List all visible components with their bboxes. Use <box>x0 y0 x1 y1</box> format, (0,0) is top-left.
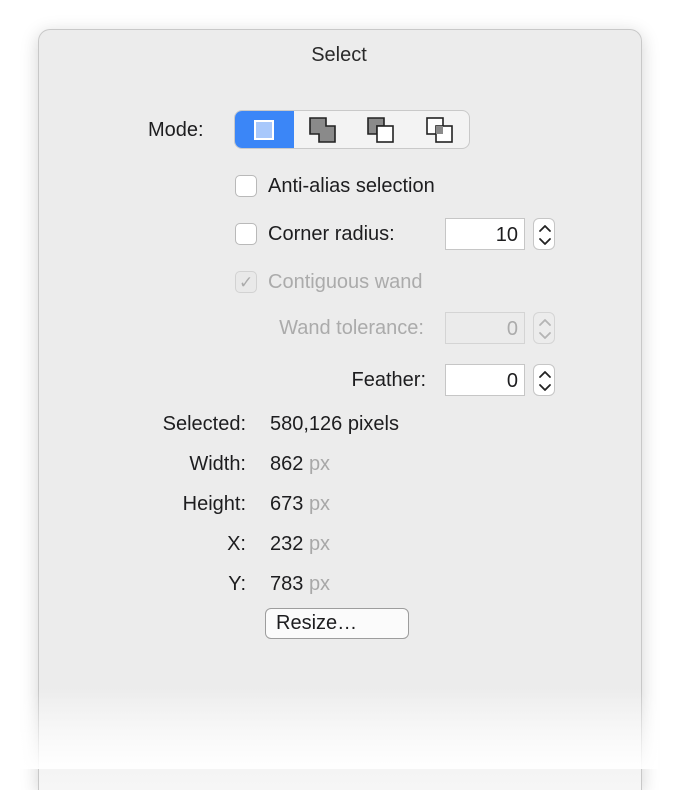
mode-label: Mode: <box>148 119 204 141</box>
width-value: 862 <box>270 453 304 475</box>
stepper-arrows-icon <box>539 225 551 245</box>
contiguous-wand-label: Contiguous wand <box>268 271 423 293</box>
y-label: Y: <box>228 573 246 595</box>
intersect-selection-icon <box>425 116 453 143</box>
feather-stepper[interactable] <box>533 364 555 396</box>
panel-title: Select <box>311 44 367 66</box>
x-value: 232 <box>270 533 304 555</box>
width-row: 862 px <box>270 453 330 476</box>
mode-new-selection-button[interactable] <box>235 111 294 148</box>
y-value: 783 <box>270 573 304 595</box>
mode-subtract-selection-button[interactable] <box>352 111 411 148</box>
height-unit: px <box>308 493 331 515</box>
width-label: Width: <box>189 453 246 475</box>
height-value: 673 <box>270 493 304 515</box>
corner-radius-checkbox[interactable] <box>235 223 257 245</box>
feather-field[interactable]: 0 <box>445 364 525 396</box>
x-row: 232 px <box>270 533 330 556</box>
checkmark-icon: ✓ <box>239 273 254 292</box>
x-label: X: <box>227 533 246 555</box>
height-label: Height: <box>182 493 246 515</box>
subtract-from-selection-icon <box>367 116 395 143</box>
mode-add-selection-button[interactable] <box>294 111 353 148</box>
mode-segmented-control <box>234 110 470 149</box>
stepper-arrows-icon <box>539 371 551 391</box>
y-row: 783 px <box>270 573 330 596</box>
wand-tolerance-label: Wand tolerance: <box>279 317 424 339</box>
selected-label: Selected: <box>162 413 246 435</box>
contiguous-wand-checkbox[interactable]: ✓ <box>235 271 257 293</box>
y-unit: px <box>308 573 331 595</box>
add-to-selection-icon <box>308 116 336 143</box>
selected-value: 580,126 pixels <box>270 413 399 435</box>
anti-alias-checkbox[interactable] <box>235 175 257 197</box>
x-unit: px <box>308 533 331 555</box>
stepper-arrows-icon <box>539 319 551 339</box>
corner-radius-stepper[interactable] <box>533 218 555 250</box>
width-unit: px <box>308 453 331 475</box>
feather-label: Feather: <box>351 369 426 391</box>
wand-tolerance-field[interactable]: 0 <box>445 312 525 344</box>
anti-alias-label: Anti-alias selection <box>268 175 435 197</box>
resize-button[interactable]: Resize… <box>265 608 409 639</box>
height-row: 673 px <box>270 493 330 516</box>
corner-radius-field[interactable]: 10 <box>445 218 525 250</box>
mode-intersect-selection-button[interactable] <box>411 111 470 148</box>
new-selection-icon <box>254 119 275 140</box>
corner-radius-label: Corner radius: <box>268 223 395 245</box>
wand-tolerance-stepper[interactable] <box>533 312 555 344</box>
